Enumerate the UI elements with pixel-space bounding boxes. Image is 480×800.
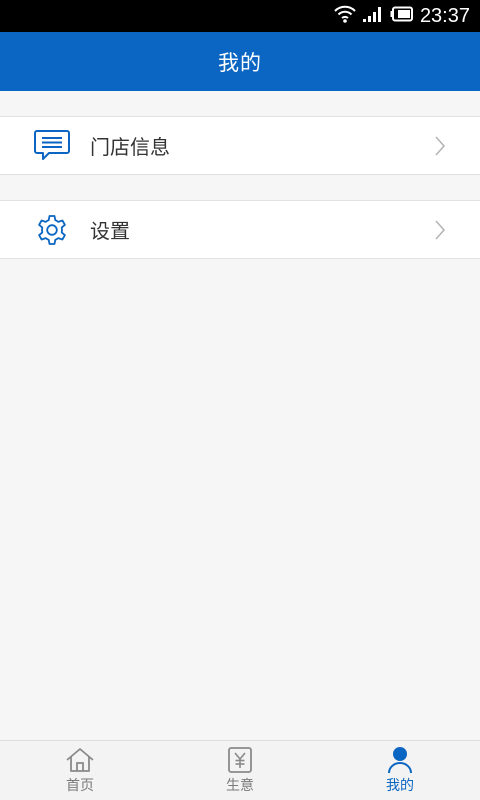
title-bar: 我的 [0, 32, 480, 91]
bottom-tab-bar: 首页 生意 我的 [0, 740, 480, 800]
menu-item-store-info[interactable]: 门店信息 [0, 116, 480, 175]
chevron-right-icon [434, 135, 446, 157]
gear-icon [33, 213, 71, 247]
person-icon [385, 746, 415, 774]
tab-business[interactable]: 生意 [160, 741, 320, 800]
tab-label: 生意 [226, 778, 254, 794]
home-icon [65, 746, 95, 774]
menu-item-label: 设置 [90, 219, 130, 243]
page-title: 我的 [218, 50, 262, 75]
tab-label: 首页 [66, 778, 94, 794]
tab-home[interactable]: 首页 [0, 741, 160, 800]
menu-item-settings[interactable]: 设置 [0, 200, 480, 259]
chevron-right-icon [434, 219, 446, 241]
status-time: 23:37 [419, 5, 470, 27]
menu-item-label: 门店信息 [90, 135, 170, 159]
screen: 23:37 我的 门店信息 设置 首页 生意 我的 [0, 0, 480, 800]
status-bar: 23:37 [0, 0, 480, 32]
tab-mine[interactable]: 我的 [320, 741, 480, 800]
signal-icon [362, 5, 384, 27]
status-indicators: 23:37 [334, 0, 470, 32]
battery-icon [390, 6, 414, 26]
yuan-icon [225, 746, 255, 774]
tab-label: 我的 [386, 778, 414, 794]
message-icon [33, 129, 71, 163]
wifi-icon [334, 5, 356, 27]
